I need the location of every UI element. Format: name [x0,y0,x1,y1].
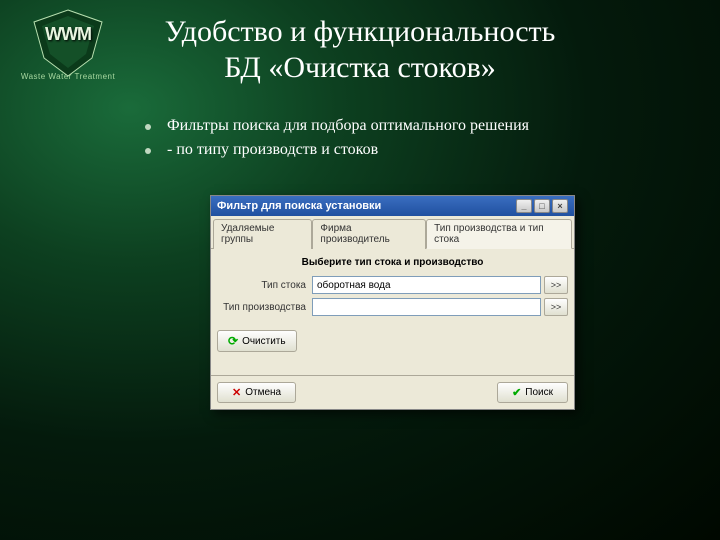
tab-production-type[interactable]: Тип производства и тип стока [426,219,572,249]
check-icon: ✔ [512,386,521,399]
bullet-item: - по типу производств и стоков [145,138,720,162]
close-button[interactable]: × [552,199,568,213]
bullet-list: Фильтры поиска для подбора оптимального … [145,114,720,162]
stock-type-expand-button[interactable]: >> [544,276,568,294]
logo-shield: WWM [28,8,108,78]
dialog-footer: ✕ Отмена ✔ Поиск [211,375,574,409]
logo: WWM Waste Water Treatment [18,8,118,81]
cancel-button-label: Отмена [245,387,281,398]
tab-panel: Выберите тип стока и производство Тип ст… [211,249,574,375]
production-type-expand-button[interactable]: >> [544,298,568,316]
clear-button[interactable]: ⟳ Очистить [217,330,297,352]
logo-text: WWM [28,24,108,45]
dialog-title: Фильтр для поиска установки [217,200,381,212]
search-button[interactable]: ✔ Поиск [497,382,568,403]
minimize-button[interactable]: _ [516,199,532,213]
production-type-input[interactable] [312,298,541,316]
stock-type-input[interactable] [312,276,541,294]
tab-removed-groups[interactable]: Удаляемые группы [213,219,312,249]
clear-button-label: Очистить [242,336,286,347]
search-button-label: Поиск [525,387,553,398]
dialog-titlebar[interactable]: Фильтр для поиска установки _ □ × [211,196,574,216]
bullet-item: Фильтры поиска для подбора оптимального … [145,114,720,138]
window-buttons: _ □ × [516,199,568,213]
instruction-text: Выберите тип стока и производство [217,257,568,268]
cancel-button[interactable]: ✕ Отмена [217,382,296,403]
cancel-icon: ✕ [232,386,241,399]
stock-type-label: Тип стока [217,280,312,291]
filter-dialog: Фильтр для поиска установки _ □ × Удаляе… [210,195,575,410]
stock-type-row: Тип стока >> [217,276,568,294]
refresh-icon: ⟳ [228,334,238,348]
production-type-row: Тип производства >> [217,298,568,316]
production-type-label: Тип производства [217,302,312,313]
maximize-button[interactable]: □ [534,199,550,213]
tab-manufacturer[interactable]: Фирма производитель [312,219,426,249]
tab-bar: Удаляемые группы Фирма производитель Тип… [211,216,574,249]
